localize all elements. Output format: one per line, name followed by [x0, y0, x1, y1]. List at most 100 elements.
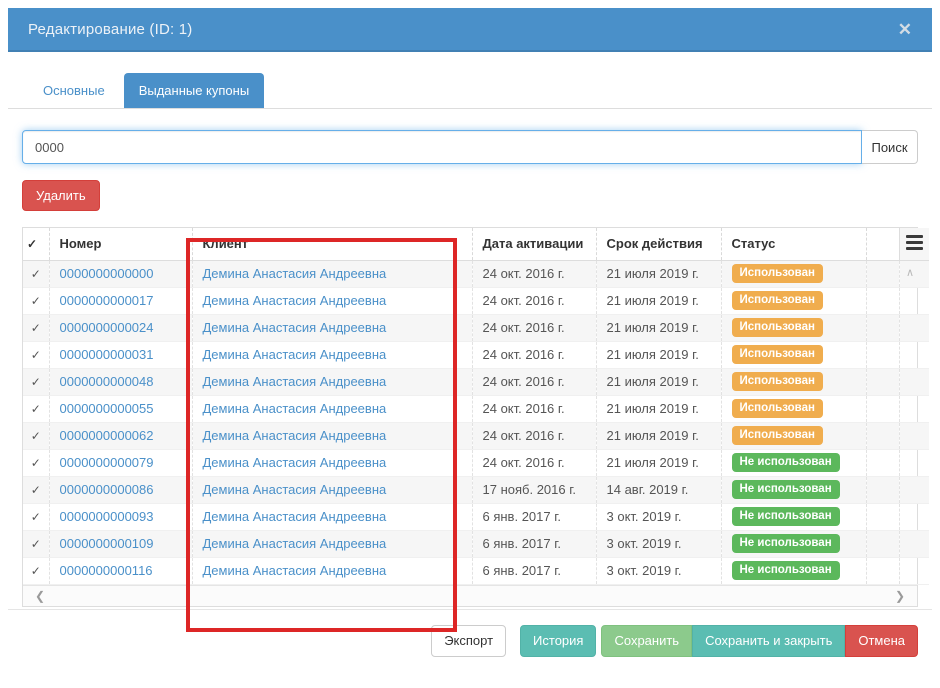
export-button[interactable]: Экспорт: [431, 625, 506, 657]
scroll-gutter-cell: [899, 368, 929, 395]
coupon-number-link[interactable]: 0000000000055: [60, 401, 154, 416]
status-badge: Использован: [732, 291, 823, 311]
scroll-gutter-cell: [899, 260, 929, 287]
save-button[interactable]: Сохранить: [601, 625, 692, 657]
status-badge: Использован: [732, 345, 823, 365]
coupon-number-link[interactable]: 0000000000109: [60, 536, 154, 551]
coupon-number-link[interactable]: 0000000000062: [60, 428, 154, 443]
spare-cell: [866, 476, 899, 503]
save-button-group: Сохранить Сохранить и закрыть Отмена: [601, 625, 918, 657]
status-badge: Не использован: [732, 453, 840, 473]
tab-issued-coupons[interactable]: Выданные купоны: [124, 73, 265, 108]
coupon-number-link[interactable]: 0000000000017: [60, 293, 154, 308]
row-check-icon[interactable]: ✓: [23, 557, 49, 584]
tab-main[interactable]: Основные: [28, 73, 120, 108]
scroll-gutter-cell: [899, 422, 929, 449]
coupon-number-link[interactable]: 0000000000000: [60, 266, 154, 281]
coupon-number-link[interactable]: 0000000000116: [60, 563, 153, 578]
validity-date: 21 июля 2019 г.: [596, 368, 721, 395]
table-row: ✓ 0000000000116 Демина Анастасия Андреев…: [23, 557, 929, 584]
activation-date: 24 окт. 2016 г.: [472, 287, 596, 314]
client-link[interactable]: Демина Анастасия Андреевна: [203, 320, 387, 335]
status-badge: Использован: [732, 264, 823, 284]
select-all-check-icon[interactable]: ✓: [23, 228, 49, 260]
table-row: ✓ 0000000000017 Демина Анастасия Андреев…: [23, 287, 929, 314]
client-link[interactable]: Демина Анастасия Андреевна: [203, 482, 387, 497]
scroll-right-icon[interactable]: ❯: [895, 589, 905, 603]
row-check-icon[interactable]: ✓: [23, 287, 49, 314]
table-row: ✓ 0000000000093 Демина Анастасия Андреев…: [23, 503, 929, 530]
client-link[interactable]: Демина Анастасия Андреевна: [203, 266, 387, 281]
coupons-table-body: ✓ 0000000000000 Демина Анастасия Андреев…: [23, 260, 929, 584]
activation-date: 6 янв. 2017 г.: [472, 530, 596, 557]
row-check-icon[interactable]: ✓: [23, 422, 49, 449]
row-check-icon[interactable]: ✓: [23, 368, 49, 395]
scroll-left-icon[interactable]: ❮: [35, 589, 45, 603]
scroll-gutter-cell: [899, 530, 929, 557]
client-link[interactable]: Демина Анастасия Андреевна: [203, 428, 387, 443]
column-header-validity[interactable]: Срок действия: [596, 228, 721, 260]
activation-date: 24 окт. 2016 г.: [472, 422, 596, 449]
coupon-number-link[interactable]: 0000000000079: [60, 455, 154, 470]
coupon-number-link[interactable]: 0000000000086: [60, 482, 154, 497]
column-header-activation[interactable]: Дата активации: [472, 228, 596, 260]
coupon-number-link[interactable]: 0000000000093: [60, 509, 154, 524]
client-link[interactable]: Демина Анастасия Андреевна: [203, 455, 387, 470]
coupon-number-link[interactable]: 0000000000048: [60, 374, 154, 389]
spare-cell: [866, 422, 899, 449]
row-check-icon[interactable]: ✓: [23, 503, 49, 530]
delete-button[interactable]: Удалить: [22, 180, 100, 211]
scroll-up-icon[interactable]: ∧: [906, 266, 914, 279]
scroll-gutter-cell: [899, 449, 929, 476]
spare-cell: [866, 287, 899, 314]
column-header-spare: [866, 228, 899, 260]
row-check-icon[interactable]: ✓: [23, 476, 49, 503]
row-check-icon[interactable]: ✓: [23, 260, 49, 287]
spare-cell: [866, 449, 899, 476]
column-header-number[interactable]: Номер: [49, 228, 192, 260]
row-check-icon[interactable]: ✓: [23, 395, 49, 422]
table-row: ✓ 0000000000000 Демина Анастасия Андреев…: [23, 260, 929, 287]
activation-date: 24 окт. 2016 г.: [472, 368, 596, 395]
search-input[interactable]: [22, 130, 862, 164]
client-link[interactable]: Демина Анастасия Андреевна: [203, 563, 387, 578]
table-row: ✓ 0000000000109 Демина Анастасия Андреев…: [23, 530, 929, 557]
cancel-button[interactable]: Отмена: [845, 625, 918, 657]
search-button[interactable]: Поиск: [862, 130, 918, 164]
spare-cell: [866, 368, 899, 395]
column-menu-button[interactable]: [899, 228, 929, 260]
horizontal-scrollbar[interactable]: ❮ ❯: [23, 585, 917, 606]
validity-date: 3 окт. 2019 г.: [596, 530, 721, 557]
close-icon[interactable]: ✕: [898, 21, 912, 38]
table-row: ✓ 0000000000024 Демина Анастасия Андреев…: [23, 314, 929, 341]
spare-cell: [866, 503, 899, 530]
status-badge: Не использован: [732, 507, 840, 527]
client-link[interactable]: Демина Анастасия Андреевна: [203, 536, 387, 551]
client-link[interactable]: Демина Анастасия Андреевна: [203, 509, 387, 524]
coupon-number-link[interactable]: 0000000000024: [60, 320, 154, 335]
save-and-close-button[interactable]: Сохранить и закрыть: [692, 625, 845, 657]
row-check-icon[interactable]: ✓: [23, 314, 49, 341]
row-check-icon[interactable]: ✓: [23, 530, 49, 557]
grid-header-row: ✓ Номер Клиент Дата активации Срок дейст…: [23, 228, 929, 260]
validity-date: 21 июля 2019 г.: [596, 314, 721, 341]
client-link[interactable]: Демина Анастасия Андреевна: [203, 293, 387, 308]
client-link[interactable]: Демина Анастасия Андреевна: [203, 401, 387, 416]
spare-cell: [866, 530, 899, 557]
column-header-client[interactable]: Клиент: [192, 228, 472, 260]
scroll-gutter-cell: [899, 314, 929, 341]
table-row: ✓ 0000000000055 Демина Анастасия Андреев…: [23, 395, 929, 422]
client-link[interactable]: Демина Анастасия Андреевна: [203, 347, 387, 362]
activation-date: 24 окт. 2016 г.: [472, 314, 596, 341]
activation-date: 24 окт. 2016 г.: [472, 341, 596, 368]
row-check-icon[interactable]: ✓: [23, 449, 49, 476]
validity-date: 21 июля 2019 г.: [596, 287, 721, 314]
coupon-number-link[interactable]: 0000000000031: [60, 347, 154, 362]
table-row: ✓ 0000000000031 Демина Анастасия Андреев…: [23, 341, 929, 368]
status-badge: Использован: [732, 426, 823, 446]
column-header-status[interactable]: Статус: [721, 228, 866, 260]
row-check-icon[interactable]: ✓: [23, 341, 49, 368]
history-button[interactable]: История: [520, 625, 596, 657]
validity-date: 21 июля 2019 г.: [596, 395, 721, 422]
client-link[interactable]: Демина Анастасия Андреевна: [203, 374, 387, 389]
